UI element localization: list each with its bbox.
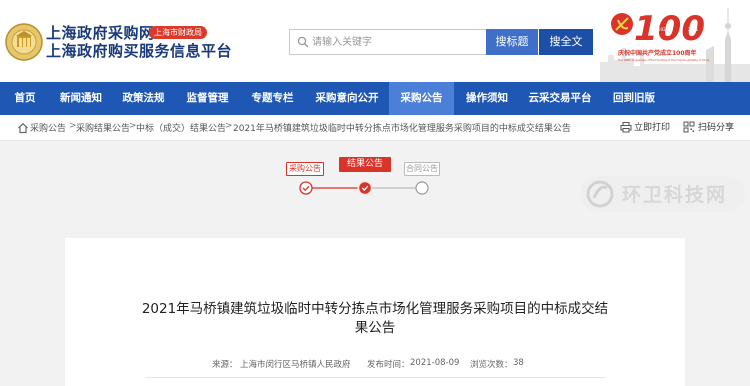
- article-date-label: 发布时间：: [367, 360, 410, 370]
- nav-item-old-version[interactable]: 回到旧版: [600, 82, 668, 115]
- home-icon: [18, 122, 28, 134]
- article-views: 38: [513, 358, 524, 368]
- nav-item-cloud-trading[interactable]: 云采交易平台: [520, 82, 600, 115]
- site-header: 上海政府采购网 上海市财政局 上海政府购买服务信息平台 搜标题 搜全文 100 …: [0, 0, 750, 82]
- step-label-contract-notice[interactable]: 合同公告: [404, 162, 440, 176]
- breadcrumb: 采购公告 > 采购结果公告 > 中标（成交）结果公告 > 2021年马桥镇建筑垃…: [0, 115, 750, 141]
- nav-item-home[interactable]: 首页: [0, 82, 50, 115]
- step-current-check-icon: [357, 180, 373, 196]
- breadcrumb-item[interactable]: 中标（成交）结果公告: [136, 121, 226, 134]
- step-label-procurement-notice[interactable]: 采购公告: [286, 162, 324, 176]
- scan-share-button[interactable]: 扫码分享: [698, 120, 734, 133]
- breadcrumb-item[interactable]: 采购结果公告: [76, 121, 130, 134]
- article-views-label: 浏览次数：: [470, 360, 513, 370]
- nav-item-supervision[interactable]: 监督管理: [175, 82, 240, 115]
- centenary-caption-en: The 100th Anniversary of the Founding of…: [618, 58, 709, 62]
- watermark-text: 环卫科技网: [622, 184, 728, 206]
- nav-item-topics[interactable]: 专题专栏: [240, 82, 305, 115]
- print-button[interactable]: 立即打印: [634, 120, 670, 133]
- progress-track: [299, 180, 429, 196]
- search-fulltext-button[interactable]: 搜全文: [539, 29, 593, 55]
- breadcrumb-separator: >: [225, 121, 233, 131]
- search-title-button[interactable]: 搜标题: [486, 29, 538, 55]
- search-icon: [297, 36, 309, 48]
- step-pending-circle-icon: [415, 181, 429, 195]
- breadcrumb-current: 2021年马桥镇建筑垃圾临时中转分拣点市场化管理服务采购项目的中标成交结果公告: [233, 124, 571, 134]
- main-nav: 首页 新闻通知 政策法规 监督管理 专题专栏 采购意向公开 采购公告 操作须知 …: [0, 82, 750, 115]
- nav-item-policies[interactable]: 政策法规: [112, 82, 175, 115]
- article-title: 2021年马桥镇建筑垃圾临时中转分拣点市场化管理服务采购项目的中标成交结果公告: [141, 301, 609, 336]
- search-input[interactable]: [312, 30, 482, 54]
- centenary-caption: 庆祝中国共产党成立100周年: [617, 49, 697, 57]
- government-emblem-icon[interactable]: [4, 22, 44, 62]
- step-label-result-notice[interactable]: 结果公告: [339, 157, 391, 172]
- article-source-label: 来源：: [212, 360, 238, 370]
- breadcrumb-item[interactable]: 采购公告: [30, 121, 66, 134]
- step-done-check-icon: [299, 181, 313, 195]
- nav-item-instructions[interactable]: 操作须知: [454, 82, 520, 115]
- centenary-banner: 100 1921 2021 庆祝中国共产党成立100周年 The 100th A…: [600, 8, 750, 82]
- article-date: 2021-08-09: [410, 358, 460, 368]
- site-subtitle[interactable]: 上海政府购买服务信息平台: [46, 40, 232, 61]
- finance-bureau-badge: 上海市财政局: [149, 26, 207, 39]
- centenary-year-start: 1921: [658, 27, 669, 32]
- nav-item-procurement-intent[interactable]: 采购意向公开: [305, 82, 389, 115]
- centenary-year-end: 2021: [688, 27, 699, 32]
- print-icon[interactable]: [620, 121, 632, 133]
- article-source: 上海市闵行区马桥镇人民政府: [240, 360, 351, 370]
- meta-divider: [145, 377, 605, 378]
- nav-item-news[interactable]: 新闻通知: [50, 82, 112, 115]
- qr-code-icon[interactable]: [683, 121, 695, 133]
- nav-item-procurement-notices[interactable]: 采购公告: [389, 82, 454, 115]
